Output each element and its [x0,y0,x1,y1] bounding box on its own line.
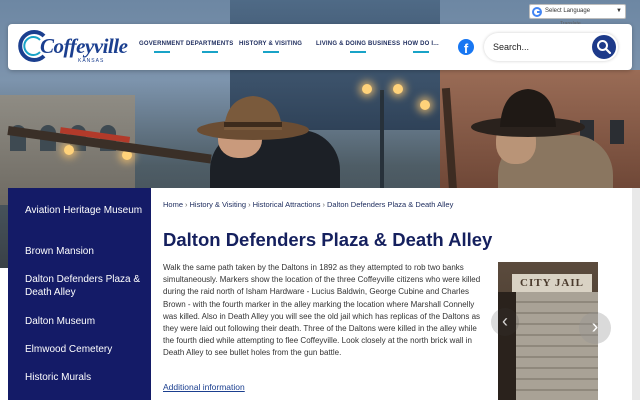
search-input[interactable] [493,39,583,55]
nav-item-label: HOW DO I... [403,41,439,47]
nav-item-history-visiting[interactable]: HISTORY & VISITING [239,41,303,53]
nav-item-how-do-i[interactable]: HOW DO I... [403,41,439,53]
nav-item-label: DEPARTMENTS [186,41,234,47]
google-g-icon [532,7,542,17]
language-select-label: Select Language [545,8,591,14]
breadcrumb-home[interactable]: Home [163,200,183,209]
nav-underline [262,51,279,53]
slider-prev-button[interactable]: ‹ [491,308,519,336]
additional-information-link[interactable]: Additional information [163,382,245,392]
logo-subtext: KANSAS [78,58,105,64]
hero-lamp [362,84,372,94]
nav-underline [412,51,429,53]
photo-stone-wall [516,292,598,400]
slider-next-button[interactable]: › [579,312,611,344]
page-edge [632,188,640,400]
breadcrumb-separator: › [185,200,188,209]
nav-underline [153,51,170,53]
breadcrumb-historical-attractions[interactable]: Historical Attractions [253,200,321,209]
hero-window [610,120,624,144]
nav-item-government[interactable]: GOVERNMENT [139,41,185,53]
site-logo[interactable]: Coffeyville KANSAS [18,28,128,66]
language-select[interactable]: Select Language ▼ [529,4,626,19]
hero-lamp [64,145,74,155]
site-header: Coffeyville KANSAS GOVERNMENT DEPARTMENT… [8,24,632,70]
hero-hat-right [471,89,585,137]
sidebar-item-dalton-defenders[interactable]: Dalton Defenders Plaza & Death Alley [25,273,143,299]
photo-sign: CITY JAIL [512,274,592,292]
nav-underline [201,51,218,53]
nav-item-label: LIVING & DOING BUSINESS [316,41,401,47]
breadcrumb-separator: › [322,200,326,209]
nav-underline [350,51,367,53]
main-content: Home › History & Visiting › Historical Attra… [151,188,632,400]
page-title: Dalton Defenders Plaza & Death Alley [163,229,493,250]
hero-lamp-post [380,90,384,200]
chevron-down-icon: ▼ [616,8,622,14]
hero-hat-left [197,96,309,140]
breadcrumb: Home › History & Visiting › Historical Attra… [163,200,453,209]
search-icon [597,40,612,55]
sidebar-item-historic-murals[interactable]: Historic Murals [25,371,143,384]
nav-item-departments[interactable]: DEPARTMENTS [186,41,234,53]
breadcrumb-current: Dalton Defenders Plaza & Death Alley [327,200,454,209]
sidebar-item-brown-mansion[interactable]: Brown Mansion [25,245,143,258]
nav-item-living-business[interactable]: LIVING & DOING BUSINESS [316,41,401,53]
breadcrumb-separator: › [248,200,251,209]
breadcrumb-history-visiting[interactable]: History & Visiting [190,200,247,209]
sidebar-item-elmwood-cemetery[interactable]: Elmwood Cemetery [25,343,143,356]
search-button[interactable] [592,35,616,59]
sidebar: Aviation Heritage Museum Brown Mansion D… [8,188,151,400]
hero-lamp [393,84,403,94]
sidebar-item-aviation-heritage-museum[interactable]: Aviation Heritage Museum [25,204,143,217]
logo-text: Coffeyville [40,34,128,58]
nav-item-label: GOVERNMENT [139,41,185,47]
page-body: Walk the same path taken by the Daltons … [163,263,481,358]
hero-lamp [420,100,430,110]
sidebar-item-dalton-museum[interactable]: Dalton Museum [25,315,143,328]
search-box [484,33,618,61]
facebook-icon[interactable]: f [458,39,474,55]
nav-item-label: HISTORY & VISITING [239,41,303,47]
